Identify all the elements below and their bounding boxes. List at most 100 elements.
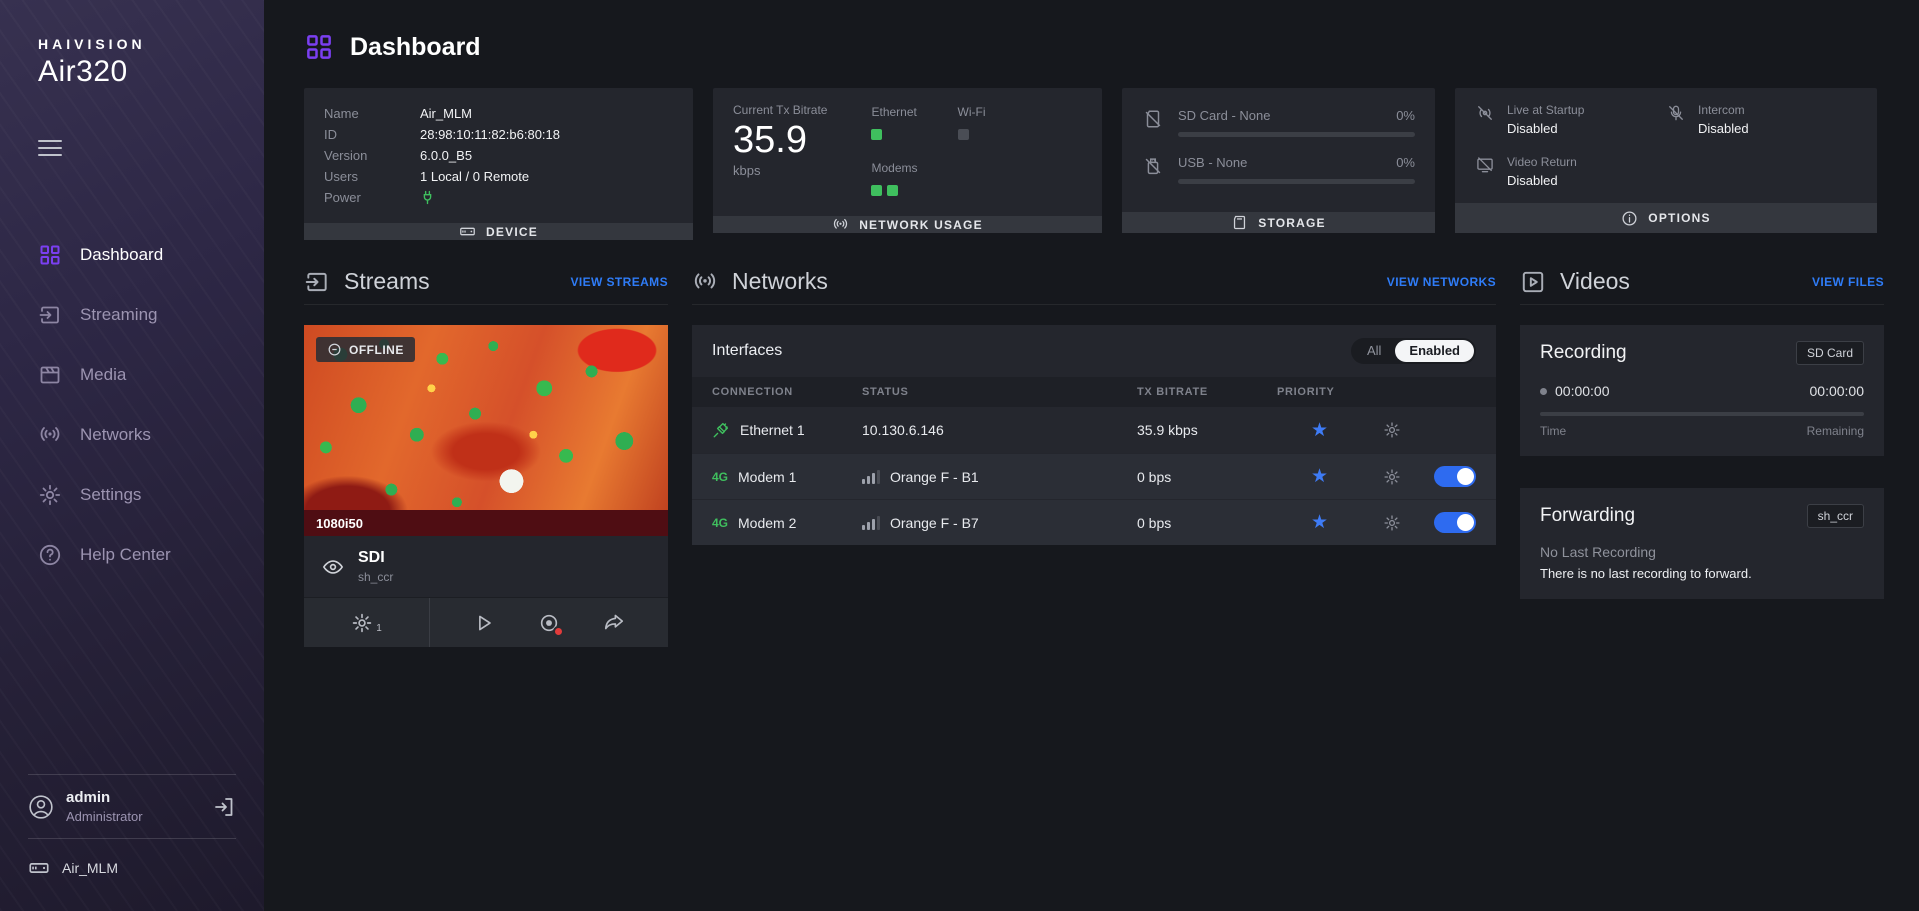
interface-settings-icon[interactable] — [1362, 514, 1422, 532]
sidebar-item-streaming[interactable]: Streaming — [0, 285, 264, 345]
record-button[interactable] — [538, 598, 560, 647]
sidebar-nav: Dashboard Streaming Media Networks — [0, 225, 264, 585]
network-usage-body: Current Tx Bitrate 35.9 kbps Ethernet Wi… — [713, 88, 1102, 216]
sidebar-item-help-center[interactable]: Help Center — [0, 525, 264, 585]
column-connection: CONNECTION — [712, 386, 862, 398]
networks-title: Networks — [732, 268, 828, 295]
tx-bitrate-label: Current Tx Bitrate — [733, 103, 827, 117]
network-usage-footer-label: NETWORK USAGE — [859, 218, 983, 232]
table-row-ethernet1: Ethernet 1 10.130.6.146 35.9 kbps ★ — [692, 407, 1496, 453]
stream-name: SDI — [358, 549, 393, 567]
menu-toggle-button[interactable] — [38, 135, 62, 161]
view-files-link[interactable]: VIEW FILES — [1812, 275, 1884, 289]
offline-badge: OFFLINE — [316, 337, 415, 362]
recording-progress-bar — [1540, 412, 1864, 416]
storage-card-body: SD Card - None 0% USB - None — [1122, 88, 1435, 212]
avatar-icon — [28, 794, 54, 820]
offline-badge-label: OFFLINE — [349, 343, 404, 357]
sidebar-item-label: Streaming — [80, 305, 157, 325]
device-field-version: Version 6.0.0_B5 — [324, 145, 673, 166]
signal-bars-icon — [862, 515, 880, 530]
recording-times: 00:00:00 00:00:00 — [1540, 383, 1864, 399]
sidebar-item-label: Settings — [80, 485, 141, 505]
view-networks-link[interactable]: VIEW NETWORKS — [1387, 275, 1496, 289]
option-live-at-startup: Live at Startup Disabled — [1475, 103, 1666, 137]
recording-status-dot — [1540, 388, 1547, 395]
device-footer-button[interactable]: DEVICE — [304, 223, 693, 240]
streams-icon — [304, 269, 330, 295]
storage-icon — [1231, 214, 1248, 231]
streams-header: Streams VIEW STREAMS — [304, 259, 668, 305]
stream-settings-button[interactable]: 1 — [304, 598, 430, 647]
videos-body: Recording SD Card 00:00:00 00:00:00 — [1520, 325, 1884, 599]
filter-all-option[interactable]: All — [1353, 340, 1395, 362]
streams-section: Streams VIEW STREAMS OFFLINE — [304, 259, 668, 647]
antenna-icon — [692, 269, 718, 295]
user-name: admin — [66, 789, 200, 806]
device-icon — [28, 857, 50, 879]
logout-icon[interactable] — [212, 795, 236, 819]
recording-labels: Time Remaining — [1540, 424, 1864, 438]
sections-row: Streams VIEW STREAMS OFFLINE — [304, 259, 1884, 647]
connection-cell: 4G Modem 2 — [712, 515, 862, 531]
connection-status: 10.130.6.146 — [862, 422, 944, 438]
tx-bitrate-value: 35.9 — [733, 119, 827, 163]
forwarding-message: There is no last recording to forward. — [1540, 566, 1864, 581]
forward-button[interactable] — [603, 598, 625, 647]
recording-time: 00:00:00 — [1555, 383, 1610, 399]
options-card-body: Live at Startup Disabled Intercom Disabl… — [1455, 88, 1877, 203]
antenna-icon — [38, 423, 62, 447]
recording-remaining: 00:00:00 — [1810, 383, 1865, 399]
resolution-label: 1080i50 — [316, 516, 363, 531]
options-footer-button[interactable]: OPTIONS — [1455, 203, 1877, 233]
connection-name: Modem 2 — [738, 515, 796, 531]
interface-enable-toggle[interactable] — [1434, 466, 1476, 487]
eye-icon — [322, 556, 344, 578]
play-button[interactable] — [473, 598, 495, 647]
storage-footer-button[interactable]: STORAGE — [1122, 212, 1435, 233]
gear-icon — [38, 483, 62, 507]
device-card-body: Name Air_MLM ID 28:98:10:11:82:b6:80:18 … — [304, 88, 693, 223]
network-usage-footer-button[interactable]: NETWORK USAGE — [713, 216, 1102, 233]
bitrate-cell: 35.9 kbps — [1137, 422, 1277, 438]
device-field-id: ID 28:98:10:11:82:b6:80:18 — [324, 124, 673, 145]
sidebar-item-media[interactable]: Media — [0, 345, 264, 405]
interface-settings-icon[interactable] — [1362, 421, 1422, 439]
device-footer-label: DEVICE — [486, 225, 538, 239]
device-icon — [459, 223, 476, 240]
user-meta: admin Administrator — [66, 789, 200, 824]
connection-name: Modem 1 — [738, 469, 796, 485]
interface-settings-icon[interactable] — [1362, 468, 1422, 486]
device-name-row: Air_MLM — [0, 839, 264, 879]
sd-card-none-icon — [1142, 108, 1164, 130]
priority-star-icon[interactable]: ★ — [1277, 511, 1362, 534]
sidebar-item-label: Media — [80, 365, 126, 385]
priority-star-icon[interactable]: ★ — [1277, 465, 1362, 488]
usb-percent: 0% — [1396, 155, 1415, 170]
toggle-cell — [1422, 466, 1476, 487]
sidebar-item-networks[interactable]: Networks — [0, 405, 264, 465]
stream-thumbnail[interactable]: OFFLINE 1080i50 — [304, 325, 668, 536]
forwarding-status: No Last Recording — [1540, 544, 1864, 560]
sd-card-progress-bar — [1178, 132, 1415, 137]
stream-settings-count: 1 — [376, 623, 382, 634]
tx-bitrate-unit: kbps — [733, 163, 827, 178]
recording-remaining-label: Remaining — [1807, 424, 1864, 438]
minus-circle-icon — [327, 342, 342, 357]
status-cell: Orange F - B7 — [862, 515, 1137, 531]
antenna-icon — [832, 216, 849, 233]
view-streams-link[interactable]: VIEW STREAMS — [571, 275, 668, 289]
interface-enable-toggle[interactable] — [1434, 512, 1476, 533]
priority-star-icon[interactable]: ★ — [1277, 419, 1362, 442]
filter-enabled-option[interactable]: Enabled — [1395, 340, 1474, 362]
column-status: STATUS — [862, 386, 1137, 398]
interfaces-title: Interfaces — [712, 342, 782, 360]
interfaces-panel: Interfaces All Enabled CONNECTION STATUS… — [692, 325, 1496, 545]
storage-footer-label: STORAGE — [1258, 216, 1326, 230]
sidebar-item-settings[interactable]: Settings — [0, 465, 264, 525]
usb-row: USB - None 0% — [1142, 150, 1415, 197]
stream-subtitle: sh_ccr — [358, 570, 393, 584]
recording-time-label: Time — [1540, 424, 1566, 438]
ethernet-status-square — [871, 129, 882, 140]
sidebar-item-dashboard[interactable]: Dashboard — [0, 225, 264, 285]
